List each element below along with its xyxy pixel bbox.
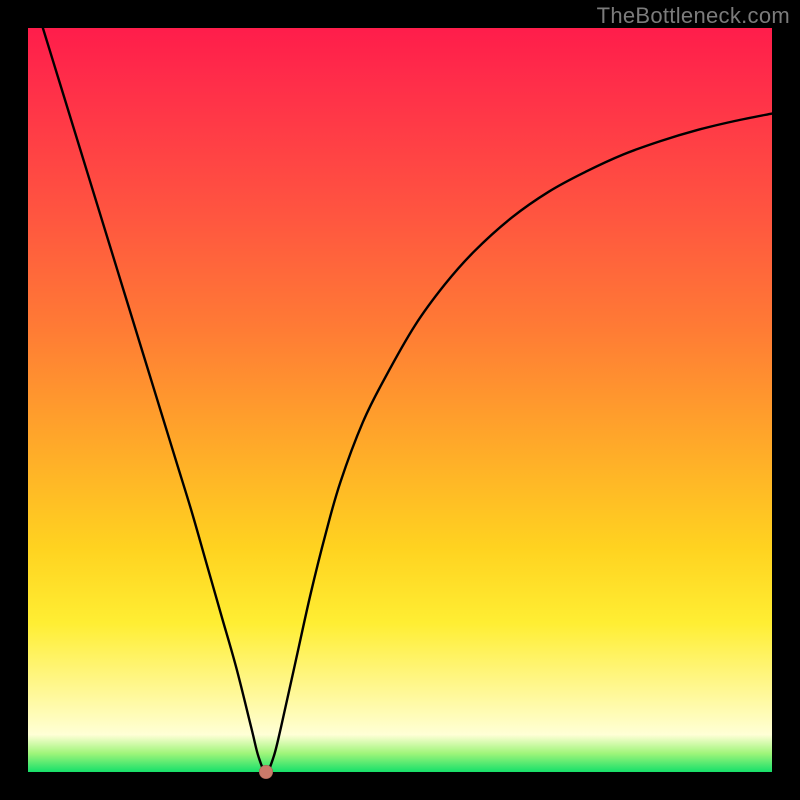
watermark-text: TheBottleneck.com	[597, 3, 790, 29]
chart-stage: TheBottleneck.com	[0, 0, 800, 800]
plot-area	[28, 28, 772, 772]
bottleneck-curve	[28, 28, 772, 772]
optimal-point-marker	[259, 765, 273, 779]
